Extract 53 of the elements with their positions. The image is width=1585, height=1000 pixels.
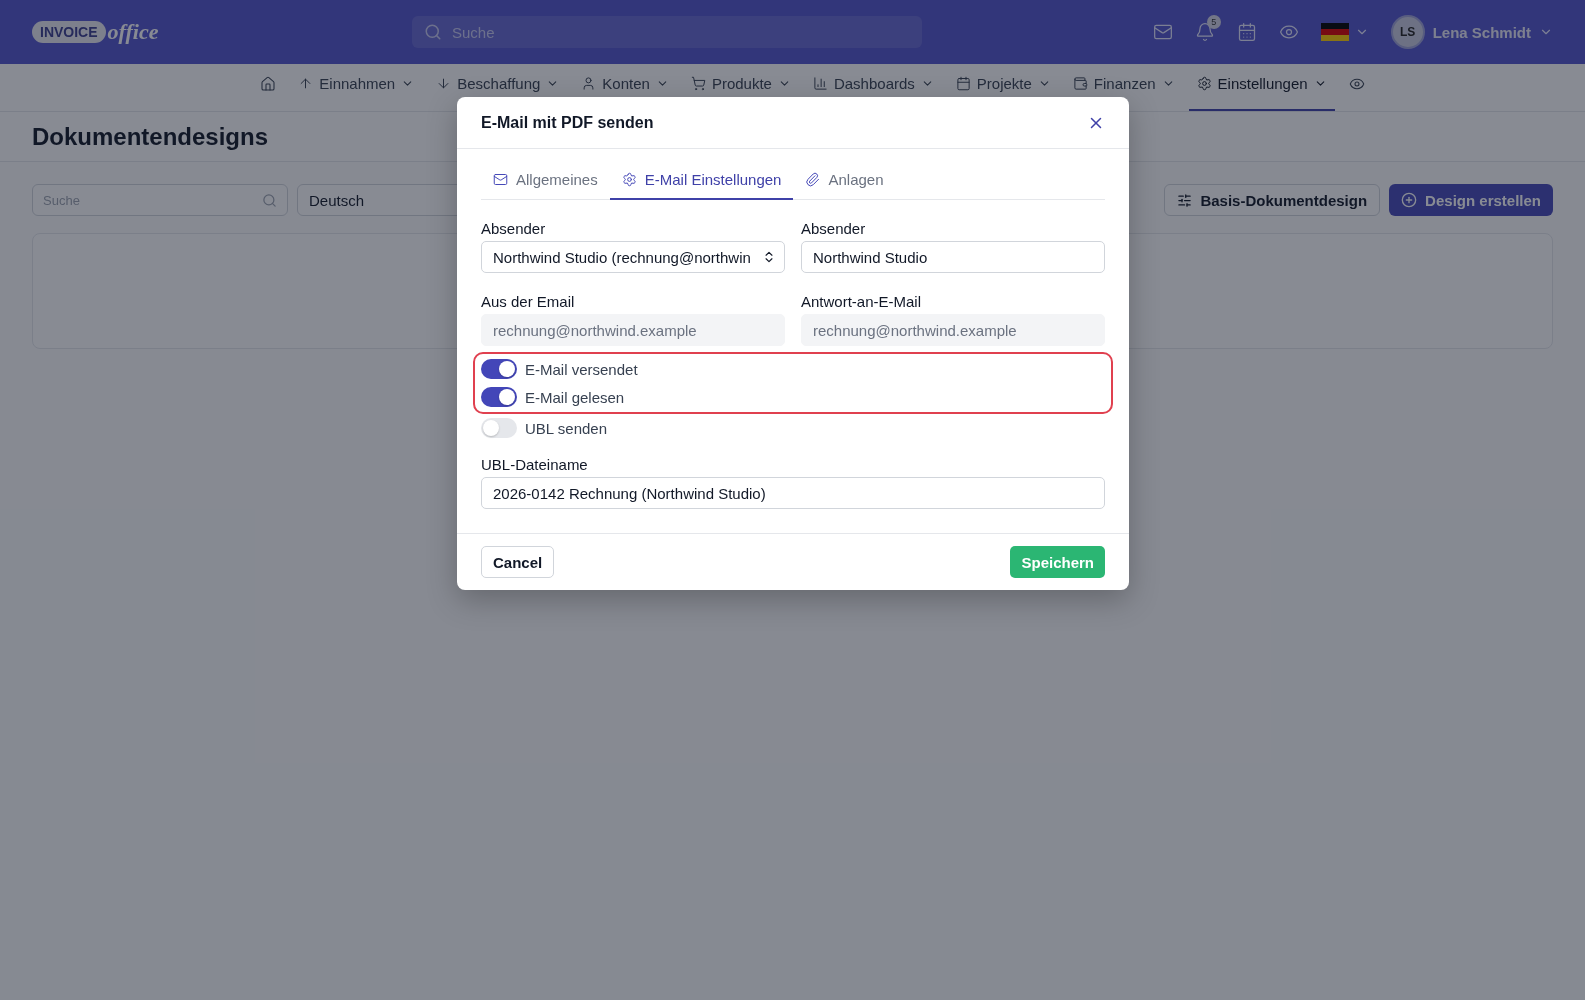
field-label: Absender	[481, 220, 547, 237]
cart-icon	[690, 76, 706, 91]
envelope-icon[interactable]	[1152, 22, 1173, 42]
dialog-tab[interactable]: E-Mail Einstellungen	[609, 161, 794, 200]
toggle-label: E-Mail versendet	[525, 360, 638, 378]
wallet-icon	[1072, 76, 1088, 91]
envelope-icon	[493, 172, 508, 187]
field-label: UBL-Dateiname	[481, 456, 589, 473]
nav-tab[interactable]: Finanzen	[1064, 64, 1183, 111]
base-design-button[interactable]: Basis-Dokumentdesign	[1164, 184, 1381, 216]
user-name[interactable]: Lena Schmidt	[1432, 23, 1531, 41]
chart-icon	[812, 76, 828, 91]
field-label: Antwort-an-E-Mail	[801, 293, 923, 310]
paperclip-icon	[805, 172, 821, 187]
chevron-up-down-icon	[762, 250, 776, 264]
toggle-switch[interactable]	[481, 359, 517, 379]
arrow-down-icon	[436, 76, 452, 91]
nav-tab[interactable]: Einnahmen	[290, 64, 423, 111]
field-label: Absender	[801, 220, 867, 237]
settings-icon	[621, 172, 637, 187]
sliders-icon	[1177, 192, 1193, 208]
toggle-switch[interactable]	[481, 387, 517, 407]
dialog-title: E-Mail mit PDF senden	[481, 113, 654, 132]
field-label: Aus der Email	[481, 293, 576, 310]
create-design-button[interactable]: Design erstellen	[1389, 184, 1553, 216]
toggle-label: UBL senden	[525, 419, 607, 437]
page-title: Dokumentendesigns	[32, 122, 269, 151]
input-field[interactable]: Northwind Studio	[801, 241, 1105, 273]
input-field[interactable]: 2026-0142 Rechnung (Northwind Studio)	[481, 477, 1105, 509]
user-avatar[interactable]: LS	[1390, 15, 1425, 49]
notification-count: 5	[1206, 15, 1221, 29]
logo-text: office	[107, 19, 159, 45]
search-icon	[262, 192, 277, 208]
nav-tab[interactable]: Projekte	[947, 64, 1059, 111]
calendar-icon[interactable]	[1236, 22, 1257, 42]
search-icon	[424, 23, 442, 41]
sender-select[interactable]: Northwind Studio (rechnung@northwin	[481, 241, 785, 273]
settings-icon	[1196, 76, 1212, 91]
nav-tab[interactable]: Beschaffung	[428, 64, 568, 111]
dialog-tab[interactable]: Anlagen	[793, 161, 896, 200]
flag-icon[interactable]	[1320, 23, 1349, 41]
cancel-button[interactable]: Cancel	[481, 546, 555, 578]
person-icon	[581, 76, 597, 91]
home-icon[interactable]	[260, 75, 277, 92]
calendar-icon	[955, 76, 971, 91]
plus-circle-icon	[1401, 192, 1418, 208]
nav-tab[interactable]: Produkte	[682, 64, 799, 111]
toggle-label: E-Mail gelesen	[525, 388, 625, 406]
save-button[interactable]: Speichern	[1010, 546, 1105, 578]
toggle-switch[interactable]	[481, 418, 517, 438]
logo-text: INVOICE	[32, 21, 106, 43]
nav-tab[interactable]: Dashboards	[804, 64, 942, 111]
nav-tab[interactable]: Konten	[573, 64, 677, 111]
